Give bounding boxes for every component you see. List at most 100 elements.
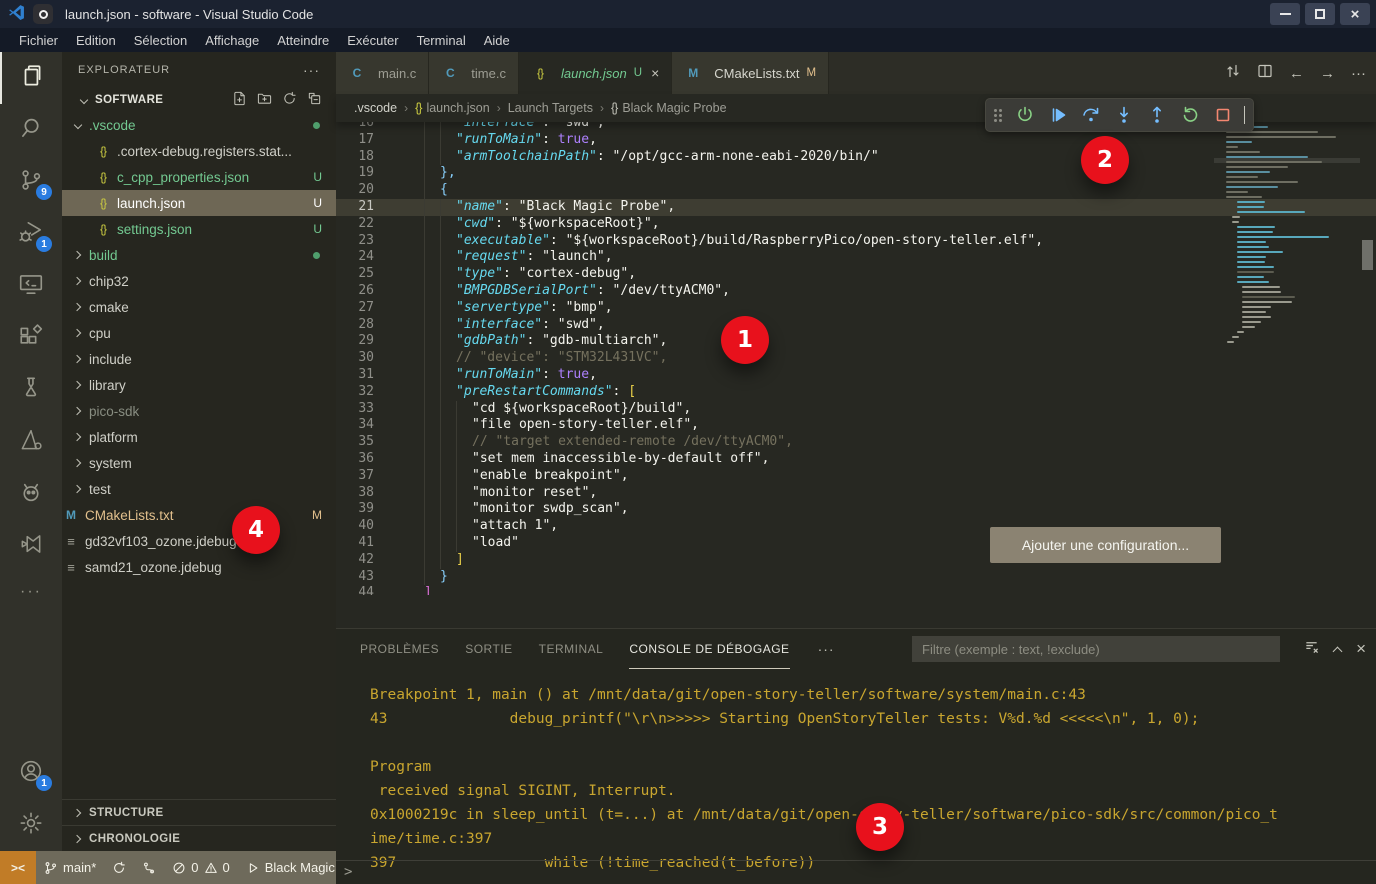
tree-item-samd21-ozone-jdebug[interactable]: ≡samd21_ozone.jdebug (62, 554, 336, 580)
status-git-graph[interactable] (134, 851, 164, 884)
activity-explorer[interactable] (0, 52, 62, 104)
more-icon[interactable]: ··· (1351, 65, 1366, 82)
restart-icon[interactable] (1178, 103, 1202, 127)
tab-cmakelists-txt[interactable]: MCMakeLists.txtM (672, 52, 829, 94)
activity-source-control[interactable]: 9 (0, 156, 62, 208)
tree-item-test[interactable]: test (62, 476, 336, 502)
compare-icon[interactable] (1225, 63, 1241, 83)
minimize-button[interactable] (1270, 3, 1300, 25)
menu-item-affichage[interactable]: Affichage (196, 28, 268, 52)
step-out-icon[interactable] (1145, 103, 1169, 127)
activity-project-tool[interactable] (0, 520, 62, 572)
menu-item-edition[interactable]: Edition (67, 28, 125, 52)
activity-search[interactable] (0, 104, 62, 156)
stop-icon[interactable] (1211, 103, 1235, 127)
debug-console-prompt[interactable]: > (336, 860, 1376, 880)
code-line[interactable]: 44] (336, 585, 1376, 595)
status-remote-indicator[interactable]: >< (0, 851, 36, 884)
clear-filter-icon[interactable] (1304, 639, 1319, 659)
section-structure[interactable]: STRUCTURE (62, 799, 336, 825)
menu-item-aide[interactable]: Aide (475, 28, 519, 52)
tree-item-cpu[interactable]: cpu (62, 320, 336, 346)
step-into-icon[interactable] (1112, 103, 1136, 127)
tree-item-system[interactable]: system (62, 450, 336, 476)
new-folder-icon[interactable] (257, 91, 272, 109)
forward-icon[interactable]: → (1320, 65, 1335, 82)
add-configuration-button[interactable]: Ajouter une configuration... (990, 527, 1221, 563)
tree-item-include[interactable]: include (62, 346, 336, 372)
code-line[interactable]: 32"preRestartCommands": [ (336, 384, 1376, 401)
activity-account[interactable]: 1 (0, 747, 62, 799)
menu-item-terminal[interactable]: Terminal (408, 28, 475, 52)
code-line[interactable]: 33"cd ${workspaceRoot}/build", (336, 401, 1376, 418)
split-editor-icon[interactable] (1257, 63, 1273, 83)
back-icon[interactable]: ← (1289, 65, 1304, 82)
code-line[interactable]: 39"monitor swdp_scan", (336, 501, 1376, 518)
tree-item-cmake[interactable]: cmake (62, 294, 336, 320)
workspace-section-header[interactable]: SOFTWARE (62, 88, 336, 112)
breadcrumb-item[interactable]: Launch Targets (508, 101, 593, 115)
tree-item-chip32[interactable]: chip32 (62, 268, 336, 294)
code-line[interactable]: 34"file open-story-teller.elf", (336, 417, 1376, 434)
code-line[interactable]: 38"monitor reset", (336, 485, 1376, 502)
activity-embedded-debug[interactable] (0, 468, 62, 520)
panel-tab-terminal[interactable]: TERMINAL (539, 629, 604, 669)
tab-launch-json[interactable]: {}launch.jsonU× (519, 52, 672, 94)
panel-more-icon[interactable]: ··· (818, 641, 835, 657)
panel-tab-console-de-d-bogage[interactable]: CONSOLE DE DÉBOGAGE (629, 629, 789, 669)
breadcrumb-item[interactable]: .vscode (354, 101, 397, 115)
refresh-icon[interactable] (282, 91, 297, 109)
collapse-all-icon[interactable] (307, 91, 322, 109)
close-panel-icon[interactable]: × (1356, 639, 1366, 659)
panel-tab-probl-mes[interactable]: PROBLÈMES (360, 629, 439, 669)
code-editor[interactable]: 16"interface": "swd",17"runToMain": true… (336, 122, 1376, 595)
new-file-icon[interactable] (232, 91, 247, 109)
breadcrumb-item[interactable]: {}Black Magic Probe (611, 101, 727, 115)
code-line[interactable]: 37"enable breakpoint", (336, 468, 1376, 485)
close-button[interactable]: × (1340, 3, 1370, 25)
breadcrumb-item[interactable]: {}launch.json (415, 101, 490, 115)
tab-main-c[interactable]: Cmain.c (336, 52, 429, 94)
status-sync[interactable] (104, 851, 134, 884)
code-line[interactable]: 36"set mem inaccessible-by-default off", (336, 451, 1376, 468)
status-problems[interactable]: 00 (164, 851, 237, 884)
activity-cmake[interactable] (0, 416, 62, 468)
tree-item-launch-json[interactable]: {}launch.jsonU (62, 190, 336, 216)
step-over-icon[interactable] (1079, 103, 1103, 127)
tree-item-gd32vf103-ozone-jdebug[interactable]: ≡gd32vf103_ozone.jdebug (62, 528, 336, 554)
tree-item-build[interactable]: build (62, 242, 336, 268)
activity-run-debug[interactable]: 1 (0, 208, 62, 260)
tree-item-c-cpp-properties-json[interactable]: {}c_cpp_properties.jsonU (62, 164, 336, 190)
tree-item-platform[interactable]: platform (62, 424, 336, 450)
tree-item-pico-sdk[interactable]: pico-sdk (62, 398, 336, 424)
tree-item--cortex-debug-registers-stat-[interactable]: {}.cortex-debug.registers.stat... (62, 138, 336, 164)
menu-item-fichier[interactable]: Fichier (10, 28, 67, 52)
menu-item-sélection[interactable]: Sélection (125, 28, 196, 52)
tree-item--vscode[interactable]: .vscode (62, 112, 336, 138)
maximize-button[interactable] (1305, 3, 1335, 25)
section-chronologie[interactable]: CHRONOLOGIE (62, 825, 336, 851)
close-tab-icon[interactable]: × (651, 65, 659, 81)
tree-item-library[interactable]: library (62, 372, 336, 398)
code-line[interactable]: 35// "target extended-remote /dev/ttyACM… (336, 434, 1376, 451)
status-git-branch[interactable]: main* (36, 851, 104, 884)
editor-scrollbar[interactable] (1362, 240, 1373, 270)
chevron-down-icon[interactable] (1244, 106, 1245, 124)
menu-item-atteindre[interactable]: Atteindre (268, 28, 338, 52)
panel-tab-sortie[interactable]: SORTIE (465, 629, 512, 669)
code-line[interactable]: 43} (336, 569, 1376, 586)
activity-more-icon[interactable]: ··· (20, 572, 42, 612)
maximize-panel-icon[interactable] (1333, 646, 1343, 656)
menu-item-exécuter[interactable]: Exécuter (338, 28, 407, 52)
activity-testing[interactable] (0, 364, 62, 416)
tree-item-cmakelists-txt[interactable]: MCMakeLists.txtM (62, 502, 336, 528)
debug-filter-input[interactable] (912, 636, 1280, 662)
power-icon[interactable] (1013, 103, 1037, 127)
explorer-more-icon[interactable]: ··· (303, 62, 320, 78)
tree-item-settings-json[interactable]: {}settings.jsonU (62, 216, 336, 242)
activity-remote-explorer[interactable] (0, 260, 62, 312)
continue-icon[interactable] (1046, 103, 1070, 127)
activity-settings[interactable] (0, 799, 62, 851)
tab-time-c[interactable]: Ctime.c (429, 52, 519, 94)
activity-extensions[interactable] (0, 312, 62, 364)
